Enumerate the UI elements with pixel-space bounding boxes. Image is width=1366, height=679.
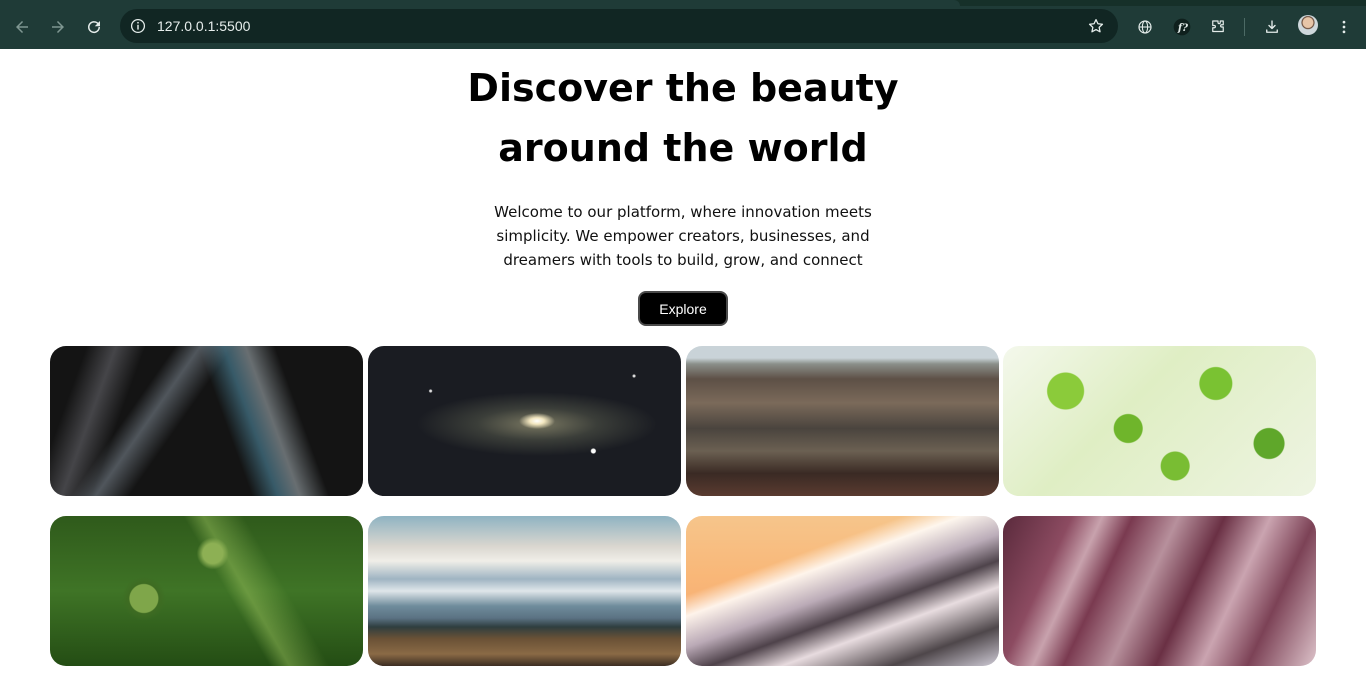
browser-chrome: 127.0.0.1:5500 f? [0, 0, 1366, 49]
svg-text:f?: f? [1177, 23, 1188, 34]
gallery-image-pink-fabric[interactable] [1003, 516, 1316, 666]
forward-arrow-icon[interactable] [44, 13, 72, 41]
url-text[interactable]: 127.0.0.1:5500 [157, 18, 250, 34]
page-title: Discover the beauty around the world [0, 58, 1366, 178]
back-arrow-icon[interactable] [8, 13, 36, 41]
gallery-image-green-leaves[interactable] [1003, 346, 1316, 496]
info-icon[interactable] [128, 16, 148, 36]
hero-description: Welcome to our platform, where innovatio… [494, 203, 872, 269]
address-bar[interactable]: 127.0.0.1:5500 [120, 9, 1118, 43]
gallery-image-volcanic-landscape[interactable] [686, 346, 999, 496]
puzzle-icon[interactable] [1204, 13, 1232, 41]
explore-button[interactable]: Explore [638, 291, 728, 326]
reload-icon[interactable] [80, 13, 108, 41]
download-icon[interactable] [1258, 13, 1286, 41]
star-icon[interactable] [1086, 16, 1106, 36]
gallery-image-snowy-peak-sunset[interactable] [686, 516, 999, 666]
gallery-image-abstract-ribbons[interactable] [50, 346, 363, 496]
toolbar-divider [1244, 18, 1245, 36]
gallery-image-galaxy[interactable] [368, 346, 681, 496]
title-line-1: Discover the beauty [467, 66, 899, 110]
browser-toolbar: 127.0.0.1:5500 f? [0, 6, 1366, 49]
gallery-image-snowy-mountains[interactable] [368, 516, 681, 666]
avatar[interactable] [1298, 15, 1318, 35]
title-line-2: around the world [498, 126, 868, 170]
gallery-image-fern[interactable] [50, 516, 363, 666]
kebab-menu-icon[interactable] [1330, 13, 1358, 41]
font-icon[interactable]: f? [1168, 13, 1196, 41]
globe-icon[interactable] [1131, 13, 1159, 41]
